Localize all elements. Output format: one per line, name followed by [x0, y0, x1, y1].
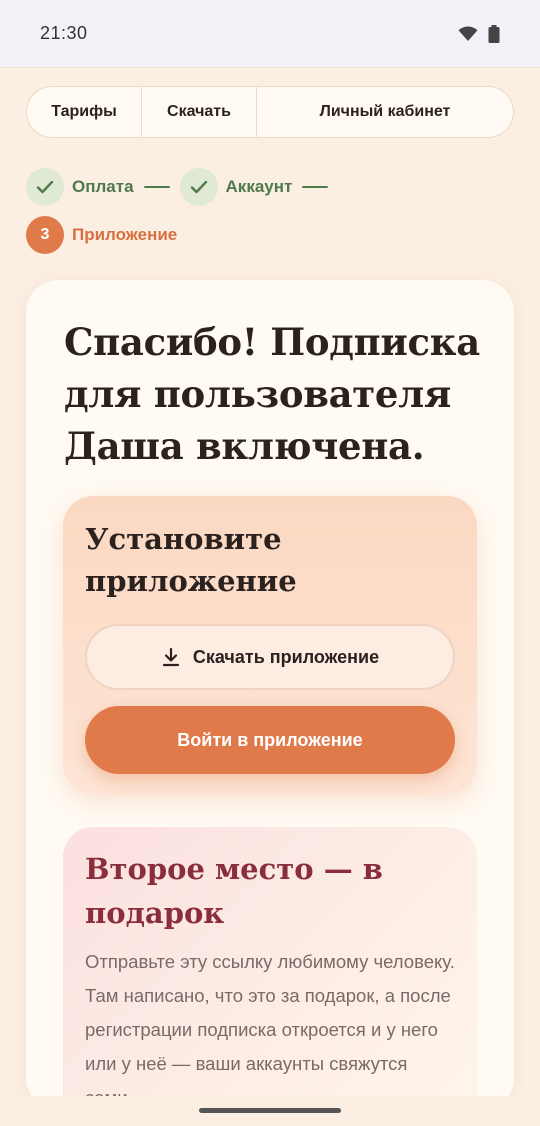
gift-description: Отправьте эту ссылку любимому человеку. …	[85, 951, 455, 1108]
step-app-number: 3	[26, 216, 64, 254]
step-payment-label: Оплата	[72, 177, 134, 196]
step-connector	[143, 185, 170, 189]
download-app-button[interactable]: Скачать приложение	[85, 624, 455, 690]
battery-icon	[488, 24, 500, 43]
install-title: Установите приложение	[85, 522, 297, 598]
check-icon	[190, 180, 207, 194]
progress-steps: Оплата Аккаунт 3 Приложение	[26, 168, 338, 254]
status-time: 21:30	[40, 23, 88, 43]
gift-title: Второе место — в подарок	[85, 852, 383, 930]
top-nav: Тарифы Скачать Личный кабинет	[26, 86, 514, 138]
status-icons	[458, 24, 500, 43]
step-account-status	[179, 168, 218, 206]
download-icon	[162, 647, 179, 667]
home-indicator[interactable]	[199, 1108, 341, 1113]
step-connector	[302, 185, 329, 189]
step-payment-status	[26, 168, 64, 206]
success-card: Спасибо! Подписка для пользователя Даша …	[26, 280, 514, 1110]
nav-item-account[interactable]: Личный кабинет	[257, 87, 513, 137]
page-title: Спасибо! Подписка для пользователя Даша …	[64, 320, 480, 468]
system-nav-bar	[0, 1096, 540, 1126]
install-app-section: Установите приложение Скачать приложение…	[63, 496, 477, 794]
gift-section: Второе место — в подарок Отправьте эту с…	[63, 827, 477, 1110]
step-account-label: Аккаунт	[225, 177, 293, 196]
nav-item-tariffs[interactable]: Тарифы	[27, 87, 142, 137]
check-icon	[36, 180, 54, 194]
step-app-label: Приложение	[72, 225, 178, 244]
login-app-button[interactable]: Войти в приложение	[85, 706, 455, 774]
wifi-icon	[458, 25, 478, 42]
nav-item-download[interactable]: Скачать	[142, 87, 257, 137]
steps-row-2: 3 Приложение	[26, 216, 338, 254]
status-bar: 21:30	[0, 0, 540, 68]
steps-row-1: Оплата Аккаунт	[26, 168, 338, 206]
download-app-label: Скачать приложение	[192, 646, 380, 667]
